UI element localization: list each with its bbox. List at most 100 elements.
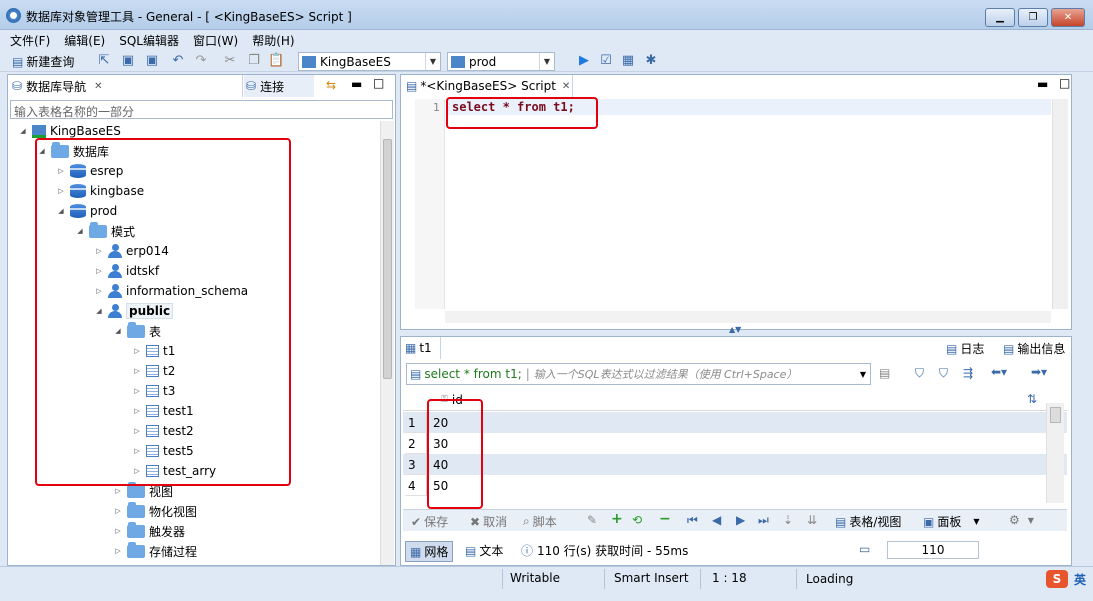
minimize-panel-icon[interactable]: ▬: [351, 77, 362, 91]
sort-icon[interactable]: ⇅: [1027, 392, 1037, 406]
maximize-panel-icon[interactable]: □: [1059, 76, 1070, 90]
close-window-button[interactable]: ✕: [1051, 8, 1085, 27]
collapse-arrow-icon: ▷: [115, 507, 121, 515]
text-view-button[interactable]: ▤ 文本: [465, 542, 503, 559]
tree-node-procedures[interactable]: ▷ 存储过程: [113, 541, 197, 561]
row-count-icon[interactable]: ▭: [859, 542, 870, 556]
status-insert-mode: Smart Insert: [614, 571, 689, 585]
editor-horizontal-scrollbar[interactable]: [445, 311, 1051, 323]
highlight-box-sql: [446, 97, 598, 129]
editor-vertical-scrollbar[interactable]: [1052, 99, 1068, 309]
clear-filter-icon[interactable]: ⛉: [939, 366, 948, 381]
sash-arrows-icon[interactable]: ▲▼: [729, 325, 741, 334]
last-page-icon[interactable]: ⏭: [758, 513, 769, 528]
ime-language-label[interactable]: 英: [1074, 571, 1086, 588]
table-row[interactable]: 4 50: [403, 475, 1067, 496]
explain-icon[interactable]: ☑: [598, 53, 614, 69]
chevron-down-icon[interactable]: ▼: [860, 370, 866, 379]
menu-edit[interactable]: 编辑(E): [64, 32, 105, 49]
menu-window[interactable]: 窗口(W): [193, 32, 238, 49]
close-tab-icon[interactable]: ✕: [94, 81, 102, 92]
redo-icon[interactable]: ↷: [193, 53, 209, 69]
close-tab-icon[interactable]: ✕: [562, 81, 570, 92]
result-filter-bar[interactable]: ▤ select * from t1; | 输入一个SQL表达式以过滤结果（使用…: [406, 363, 871, 385]
prev-page-icon[interactable]: ◀: [712, 513, 721, 527]
menu-help[interactable]: 帮助(H): [252, 32, 294, 49]
database-select[interactable]: prod ▼: [447, 52, 555, 71]
new-query-icon: ▤: [12, 54, 24, 69]
menu-file[interactable]: 文件(F): [10, 32, 50, 49]
paste-icon[interactable]: 📋: [268, 53, 284, 69]
table-view-button[interactable]: ▤ 表格/视图: [835, 513, 901, 530]
connections-icon: ⛁: [246, 79, 257, 93]
tab-connections[interactable]: ⛁ 连接: [244, 75, 314, 97]
minimize-panel-icon[interactable]: ▬: [1037, 77, 1048, 91]
tab-result-t1[interactable]: ▦ t1: [401, 337, 441, 359]
scrollbar-thumb[interactable]: [1050, 407, 1061, 423]
run-icon[interactable]: ▶: [576, 53, 592, 69]
grid-vertical-scrollbar[interactable]: [1046, 403, 1064, 503]
row-count-box[interactable]: 110: [887, 541, 979, 559]
first-page-icon[interactable]: ⏮: [687, 513, 698, 528]
result-filter-input[interactable]: 输入一个SQL表达式以过滤结果（使用 Ctrl+Space）: [534, 366, 854, 382]
tree-node-triggers[interactable]: ▷ 触发器: [113, 521, 185, 541]
grid-icon: ▦: [405, 341, 417, 355]
delete-row-icon[interactable]: −: [659, 511, 671, 527]
tab-sql-script[interactable]: ▤ *<KingBaseES> Script ✕: [401, 75, 573, 97]
tab-database-navigator[interactable]: ⛁ 数据库导航 ✕: [8, 75, 243, 97]
menu-bar: 文件(F) 编辑(E) SQL编辑器 窗口(W) 帮助(H): [0, 31, 1093, 50]
minimize-button[interactable]: ▁: [985, 8, 1015, 27]
result-action-bar: ✔ 保存 ✖ 取消 ⌕ 脚本 ✎ + ⟲ − ⏮ ◀ ▶ ⏭ ⇣ ⇊ ▤ 表格/…: [403, 509, 1067, 531]
debug-bug-icon[interactable]: ✱: [643, 53, 659, 69]
chevron-down-icon: ▼: [1027, 515, 1034, 525]
script-icon: ⌕: [523, 514, 530, 528]
fetch-page-icon[interactable]: ⇣: [783, 513, 793, 527]
table-row[interactable]: 3 40: [403, 454, 1067, 475]
save-icon[interactable]: ▣: [120, 53, 136, 69]
connection-select[interactable]: KingBaseES ▼: [298, 52, 441, 71]
table-row[interactable]: 1 20: [403, 412, 1067, 433]
fetch-all-icon[interactable]: ⇊: [807, 513, 817, 527]
ime-s-icon[interactable]: S: [1046, 570, 1068, 588]
panel-icon: ▣: [923, 514, 935, 529]
save-button[interactable]: ✔ 保存: [411, 513, 448, 530]
scrollbar-thumb[interactable]: [383, 139, 392, 379]
cut-icon[interactable]: ✂: [222, 53, 238, 69]
table-filter-input[interactable]: 输入表格名称的一部分: [10, 100, 393, 119]
line-number: 1: [433, 101, 440, 114]
add-row-icon[interactable]: +: [611, 511, 623, 527]
maximize-panel-icon[interactable]: □: [373, 76, 384, 90]
back-arrow-icon[interactable]: ⬅▾: [991, 365, 1007, 379]
maximize-button[interactable]: ❐: [1018, 8, 1048, 27]
format-icon[interactable]: ▦: [620, 53, 636, 69]
copy-row-icon[interactable]: ⟲: [632, 513, 642, 527]
filter-history-icon[interactable]: ▤: [879, 366, 890, 380]
link-icon[interactable]: ⇆: [326, 78, 336, 92]
collapse-arrow-icon: ▷: [115, 487, 121, 495]
output-icon: ▤: [1003, 341, 1015, 356]
tree-node-materialized-views[interactable]: ▷ 物化视图: [113, 501, 197, 521]
new-query-button[interactable]: ▤ 新建查询: [12, 53, 74, 70]
log-button[interactable]: ▤ 日志: [946, 340, 984, 357]
settings-button[interactable]: ⚙ ▼: [1009, 513, 1034, 527]
sql-editor-panel: ▤ *<KingBaseES> Script ✕ ▬ □ 1 select * …: [400, 74, 1072, 334]
menu-sql-editor[interactable]: SQL编辑器: [119, 32, 179, 49]
navigator-scrollbar[interactable]: [380, 121, 394, 565]
title-bar: 数据库对象管理工具 - General - [ <KingBaseES> Scr…: [0, 0, 1093, 30]
output-button[interactable]: ▤ 输出信息: [1003, 340, 1065, 357]
save-all-icon[interactable]: ▣: [144, 53, 160, 69]
database-navigator-panel: ⛁ 数据库导航 ✕ ⛁ 连接 ⇆ ▬ □ 输入表格名称的一部分 ◢ KingBa…: [7, 74, 396, 566]
script-button[interactable]: ⌕ 脚本: [523, 513, 557, 530]
table-row[interactable]: 2 30: [403, 433, 1067, 454]
grid-view-button[interactable]: ▦ 网格: [405, 541, 454, 562]
filter-settings-icon[interactable]: ⇶: [963, 366, 973, 380]
cancel-button[interactable]: ✖ 取消: [470, 513, 507, 530]
copy-icon[interactable]: ❐: [246, 53, 262, 69]
edit-row-icon[interactable]: ✎: [587, 513, 597, 527]
undo-icon[interactable]: ↶: [170, 53, 186, 69]
forward-arrow-icon[interactable]: ➡▾: [1031, 365, 1047, 379]
export-icon[interactable]: ⇱: [96, 53, 112, 69]
next-page-icon[interactable]: ▶: [736, 513, 745, 527]
panel-button[interactable]: ▣ 面板 ▼: [923, 513, 980, 530]
filter-icon[interactable]: ⛉: [915, 366, 924, 381]
